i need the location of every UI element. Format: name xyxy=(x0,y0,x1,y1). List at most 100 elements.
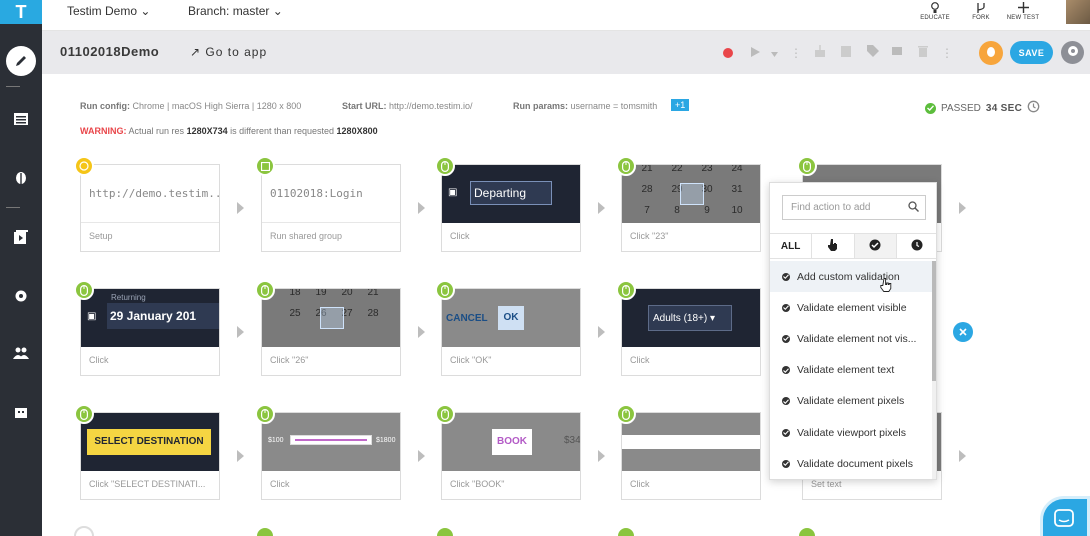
tab-wait[interactable] xyxy=(897,234,936,258)
arrow-up-right-icon: ↗ xyxy=(190,45,202,59)
more-params-badge[interactable]: +1 xyxy=(671,99,690,111)
clipboard-button[interactable] xyxy=(837,44,855,62)
mouse-icon xyxy=(797,526,817,536)
robot-icon xyxy=(15,405,27,423)
step-card[interactable]: Returning ▣ 29 January 201 Click xyxy=(80,288,220,376)
gear-icon xyxy=(1067,44,1079,62)
fork-button[interactable]: FORK xyxy=(961,2,1001,21)
run-config: Run config: Chrome | macOS High Sierra |… xyxy=(80,101,302,111)
step-arrow xyxy=(418,450,425,462)
step-arrow xyxy=(598,202,605,214)
sidebar-item-settings[interactable] xyxy=(0,280,42,316)
play-button[interactable] xyxy=(746,44,764,62)
hand-cursor-icon xyxy=(880,278,892,295)
list-item[interactable]: Validate element not vis... xyxy=(770,323,932,354)
mouse-icon xyxy=(255,404,275,424)
close-dropdown-button[interactable] xyxy=(953,322,973,342)
step-thumbnail: BOOK $34 xyxy=(442,413,580,471)
check-circle-icon xyxy=(782,334,790,343)
step-arrow xyxy=(598,450,605,462)
sidebar-item-team[interactable] xyxy=(0,337,42,373)
search-icon xyxy=(908,201,919,215)
step-card[interactable]: ▣ Departing Click xyxy=(441,164,581,252)
fork-icon xyxy=(961,2,1001,14)
step-thumbnail: Returning ▣ 29 January 201 xyxy=(81,289,219,347)
mouse-icon xyxy=(616,526,636,536)
tab-validations[interactable] xyxy=(854,234,897,258)
sidebar-item-editor[interactable] xyxy=(0,43,42,79)
history-icon[interactable] xyxy=(1027,100,1040,116)
sidebar-item-list[interactable] xyxy=(0,103,42,139)
project-selector[interactable]: Testim Demo ⌄ xyxy=(67,4,150,18)
run-status[interactable]: PASSED 34 SEC xyxy=(925,100,1040,116)
list-icon xyxy=(14,112,28,130)
play-icon xyxy=(750,44,760,62)
test-name[interactable]: 01102018Demo xyxy=(60,44,159,59)
step-caption: Setup xyxy=(89,231,113,241)
save-button[interactable]: SAVE xyxy=(1010,41,1053,64)
list-item[interactable]: Validate document pixels xyxy=(770,448,932,479)
list-item[interactable]: Validate element pixels xyxy=(770,386,932,417)
educate-button[interactable]: EDUCATE xyxy=(915,2,955,21)
step-arrow xyxy=(959,202,966,214)
step-card[interactable]: Adults (18+) ▾ Click xyxy=(621,288,761,376)
record-button[interactable] xyxy=(719,44,737,62)
step-caption: Click "23" xyxy=(630,231,669,241)
action-filter-tabs: ALL xyxy=(770,233,936,259)
branch-selector[interactable]: Branch: master ⌄ xyxy=(188,4,283,18)
step-thumbnail: 18 19 20 21 25 26 27 28 xyxy=(262,289,400,347)
departing-field: Departing xyxy=(470,181,552,205)
tag-button[interactable] xyxy=(864,44,882,62)
tab-all[interactable]: ALL xyxy=(770,234,813,258)
setup-badge-icon xyxy=(74,156,94,176)
step-card[interactable]: BOOK $34 Click "BOOK" xyxy=(441,412,581,500)
step-card[interactable]: 01102018:Login Run shared group xyxy=(261,164,401,252)
sidebar-item-runs[interactable] xyxy=(0,221,42,257)
more-options-icon[interactable]: ⋮ xyxy=(787,44,805,62)
list-item[interactable]: Validate element text xyxy=(770,355,932,386)
step-card[interactable]: http://demo.testim.... Setup xyxy=(80,164,220,252)
list-item[interactable]: Add custom validation xyxy=(770,261,932,295)
tab-actions[interactable] xyxy=(812,234,855,258)
list-item[interactable]: Validate element visible xyxy=(770,292,932,323)
test-header: 01102018Demo ↗ Go to app ⋮ ⋮ SAVE xyxy=(42,31,1090,74)
go-to-app-link[interactable]: ↗ Go to app xyxy=(190,45,267,59)
step-card[interactable]: SELECT DESTINATION Click "SELECT DESTINA… xyxy=(80,412,220,500)
step-card[interactable]: CANCEL OK Click "OK" xyxy=(441,288,581,376)
chat-launcher-button[interactable] xyxy=(1040,496,1090,536)
gear-icon xyxy=(14,289,28,308)
check-circle-icon xyxy=(782,397,790,406)
step-caption: Click xyxy=(270,479,290,489)
check-circle-icon xyxy=(782,272,790,281)
mouse-icon xyxy=(74,280,94,300)
top-bar: Testim Demo ⌄ Branch: master ⌄ EDUCATE F… xyxy=(42,0,1090,31)
step-card[interactable]: Click xyxy=(621,412,761,500)
dropdown-scrollbar[interactable] xyxy=(932,261,936,479)
play-options-button[interactable] xyxy=(765,44,783,62)
bug-report-button[interactable] xyxy=(979,41,1003,65)
step-card[interactable]: 21 22 23 24 28 29 30 31 7 8 9 10 Click "… xyxy=(621,164,761,252)
step-caption: Click "26" xyxy=(270,355,309,365)
layers-button[interactable] xyxy=(889,44,907,62)
sidebar-item-bugs[interactable] xyxy=(0,161,42,197)
step-thumbnail xyxy=(622,413,760,471)
calendar-icon: ▣ xyxy=(87,311,97,322)
find-action-input[interactable]: Find action to add xyxy=(782,195,926,220)
selected-day-highlight xyxy=(320,307,344,329)
delete-button[interactable] xyxy=(914,44,932,62)
test-settings-button[interactable] xyxy=(1061,41,1084,64)
list-item[interactable]: Validate viewport pixels xyxy=(770,417,932,448)
shared-group-icon xyxy=(255,156,275,176)
step-card[interactable]: $100 $1800 Click xyxy=(261,412,401,500)
testim-logo[interactable]: T xyxy=(0,0,42,24)
export-button[interactable] xyxy=(811,44,829,62)
avatar[interactable] xyxy=(1066,0,1090,24)
sidebar-item-integrations[interactable] xyxy=(0,396,42,432)
trash-icon xyxy=(918,44,928,62)
sidebar: T xyxy=(0,0,42,536)
step-card[interactable]: 18 19 20 21 25 26 27 28 Click "26" xyxy=(261,288,401,376)
new-test-button[interactable]: NEW TEST xyxy=(1003,2,1043,21)
more-options-icon[interactable]: ⋮ xyxy=(938,44,956,62)
step-caption: Click xyxy=(630,355,650,365)
mouse-icon xyxy=(616,280,636,300)
